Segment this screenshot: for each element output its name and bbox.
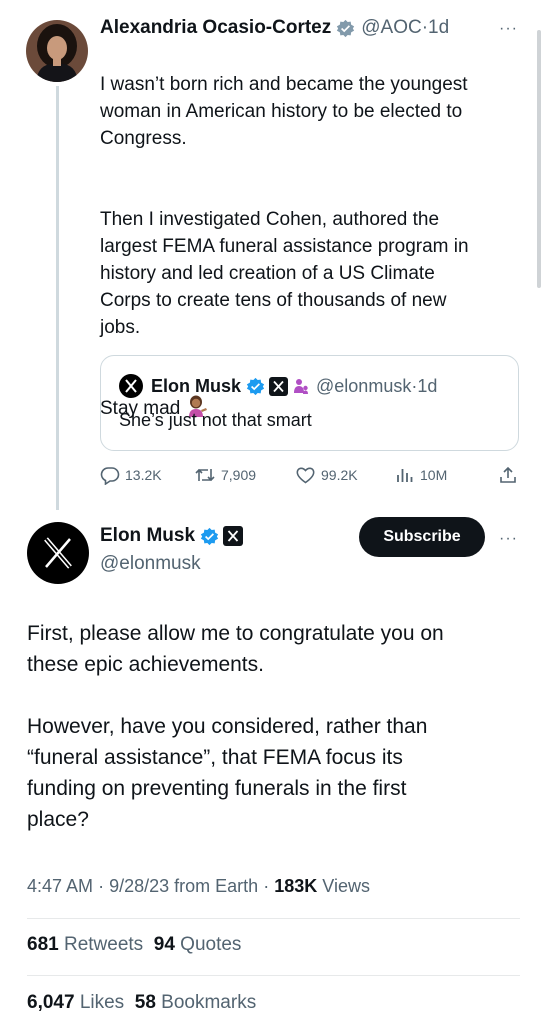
- share-icon: [500, 466, 516, 483]
- scrollbar[interactable]: [537, 30, 541, 288]
- verified-blue-badge-icon: [200, 527, 219, 545]
- views-count: 183K: [274, 876, 318, 896]
- x-affiliate-badge-icon: [269, 376, 289, 396]
- share-button[interactable]: [498, 465, 523, 485]
- tweet-action-bar: 13.2K 7,909 99.2K 10M: [100, 463, 520, 487]
- repost-count: 7,909: [221, 467, 257, 483]
- divider: [27, 918, 520, 919]
- author-handle[interactable]: @elonmusk: [100, 553, 201, 575]
- quoted-author-handle: @elonmusk: [316, 375, 412, 396]
- verified-gray-badge-icon: [337, 19, 355, 37]
- more-options-icon[interactable]: ···: [499, 20, 518, 38]
- retweet-quote-stats: 681 Retweets 94 Quotes: [27, 934, 241, 956]
- repost-icon: [195, 468, 215, 482]
- tweet-paragraph: I wasn’t born rich and became the younge…: [100, 74, 468, 149]
- quoted-author-name: Elon Musk: [151, 375, 242, 396]
- separator-dot: ·: [263, 876, 270, 896]
- aoc-tweet-header: Alexandria Ocasio-Cortez @AOC · 1d: [100, 12, 520, 44]
- elon-musk-avatar[interactable]: [27, 522, 89, 584]
- heart-icon: [296, 467, 315, 484]
- retweets-link[interactable]: 681 Retweets: [27, 934, 143, 955]
- thread-connector-line: [56, 86, 59, 510]
- likes-link[interactable]: 6,047 Likes: [27, 992, 124, 1013]
- musk-author-name-row[interactable]: Elon Musk: [100, 525, 244, 547]
- separator-dot: ·: [98, 876, 105, 896]
- tweet-paragraph: Then I investigated Cohen, authored the …: [100, 209, 469, 338]
- quotes-link[interactable]: 94 Quotes: [154, 934, 242, 955]
- views-label: Views: [322, 876, 370, 896]
- views-count: 10M: [420, 467, 448, 483]
- government-affiliate-icon: [294, 379, 309, 394]
- like-count: 99.2K: [321, 467, 358, 483]
- tweet-text: First, please allow me to congratulate y…: [27, 618, 522, 835]
- divider: [27, 975, 520, 976]
- bookmarks-label: Bookmarks: [161, 992, 257, 1013]
- x-affiliate-badge-icon: [223, 526, 244, 546]
- likes-count: 6,047: [27, 992, 75, 1013]
- more-options-icon[interactable]: ···: [499, 530, 518, 548]
- reply-icon: [100, 467, 120, 485]
- quoted-tweet-header: Elon Musk @elonmusk · 1d: [119, 374, 437, 398]
- reply-count: 13.2K: [125, 467, 162, 483]
- like-button[interactable]: 99.2K: [295, 465, 358, 485]
- aoc-avatar[interactable]: [26, 20, 88, 82]
- repost-button[interactable]: 7,909: [194, 465, 256, 485]
- tweet-date[interactable]: 9/28/23: [109, 876, 169, 896]
- tweet-location: from Earth: [174, 876, 259, 896]
- author-name[interactable]: Elon Musk: [100, 525, 195, 547]
- verified-blue-badge-icon: [246, 377, 265, 395]
- quotes-label: Quotes: [180, 934, 242, 955]
- bookmarks-count: 58: [134, 992, 156, 1013]
- author-name[interactable]: Alexandria Ocasio-Cortez: [100, 17, 331, 39]
- subscribe-button[interactable]: Subscribe: [359, 517, 485, 557]
- tweet-time[interactable]: 1d: [428, 17, 449, 39]
- likes-bookmarks-stats: 6,047 Likes 58 Bookmarks: [27, 992, 256, 1014]
- quoted-tweet-card[interactable]: Elon Musk @elonmusk · 1d She’s just not …: [100, 355, 519, 451]
- bookmarks-link[interactable]: 58 Bookmarks: [135, 992, 256, 1013]
- retweets-count: 681: [27, 934, 59, 955]
- tweet-paragraph: However, have you considered, rather tha…: [27, 715, 428, 831]
- reply-button[interactable]: 13.2K: [100, 465, 162, 485]
- retweets-label: Retweets: [63, 934, 144, 955]
- tweet-metadata: 4:47 AM · 9/28/23 from Earth · 183K View…: [27, 876, 370, 897]
- tweet-time[interactable]: 4:47 AM: [27, 876, 93, 896]
- tweet-paragraph: First, please allow me to congratulate y…: [27, 622, 444, 676]
- quoted-tweet-text: She’s just not that smart: [119, 410, 312, 430]
- quoted-tweet-time: 1d: [417, 375, 438, 396]
- likes-label: Likes: [79, 992, 125, 1013]
- quotes-count: 94: [153, 934, 175, 955]
- author-handle[interactable]: @AOC: [361, 17, 421, 39]
- elon-musk-small-avatar: [119, 374, 143, 398]
- views-chart-icon: [397, 469, 413, 482]
- views-button[interactable]: 10M: [395, 465, 447, 485]
